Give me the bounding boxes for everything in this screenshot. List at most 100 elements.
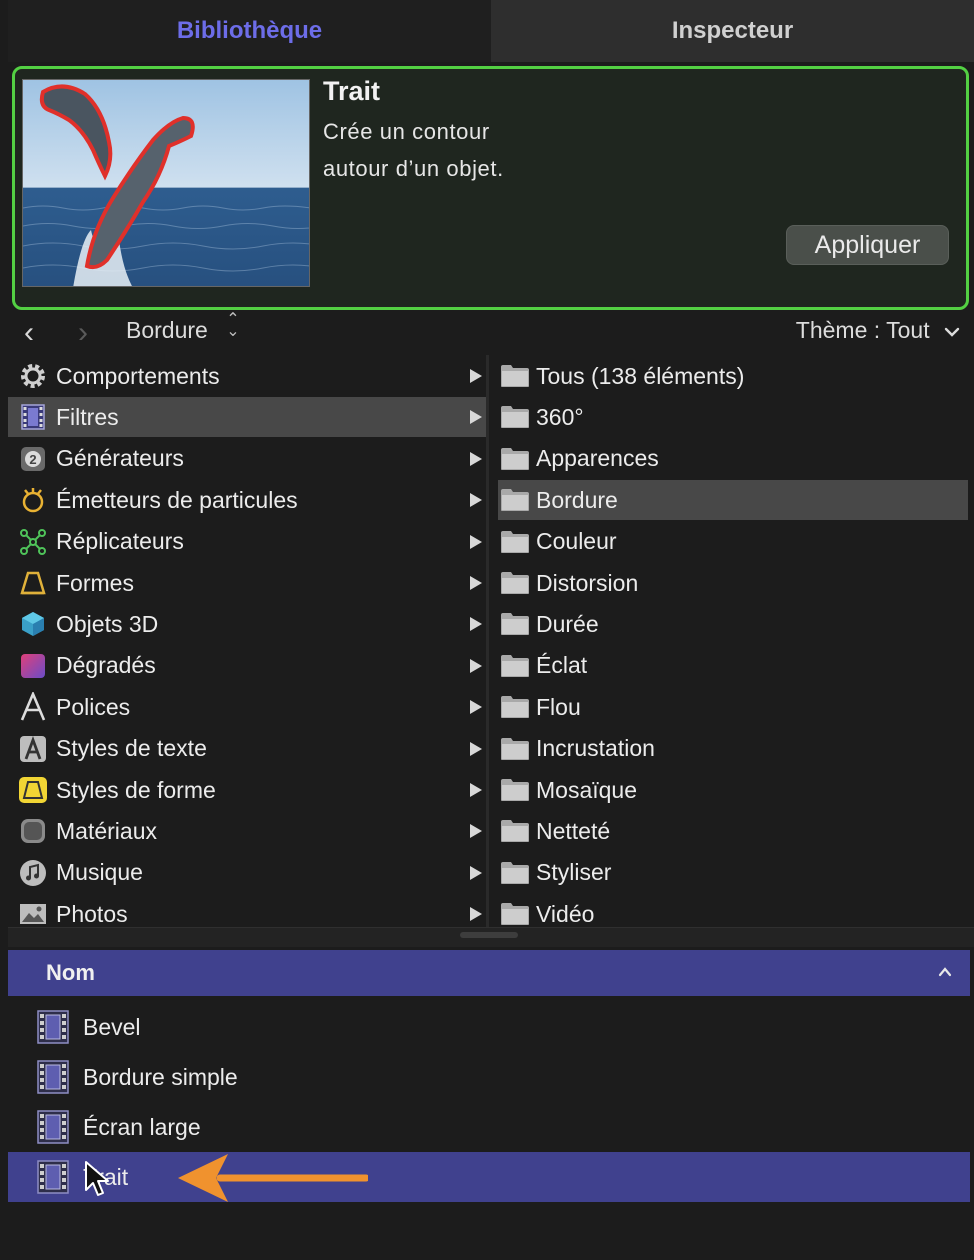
browser-columns: Comportements Filtres 2 Générateurs Émetteur… (8, 355, 974, 927)
folder-label: Incrustation (536, 735, 655, 762)
tab-inspector[interactable]: Inspecteur (491, 0, 974, 62)
category-label: Comportements (56, 362, 220, 389)
category-label: Polices (56, 693, 131, 720)
category-item[interactable]: Photos (8, 894, 486, 927)
folder-item[interactable]: 360° (498, 397, 968, 437)
disclosure-arrow-icon (470, 617, 482, 632)
filter-list: Bevel Bordure simple Écran large Trait (8, 998, 974, 1260)
theme-popup[interactable]: Thème : Tout (796, 317, 960, 344)
folder-label: Vidéo (536, 900, 595, 927)
list-item[interactable]: Bordure simple (8, 1052, 970, 1102)
shape-style-icon (16, 775, 50, 805)
category-item[interactable]: Dégradés (8, 646, 486, 686)
category-label: Styles de forme (56, 776, 216, 803)
gradient-icon (16, 651, 50, 681)
preview-thumbnail (22, 79, 310, 287)
category-item[interactable]: Comportements (8, 356, 486, 396)
category-item[interactable]: 2 Générateurs (8, 439, 486, 479)
folder-item[interactable]: Éclat (498, 646, 968, 686)
tab-library[interactable]: Bibliothèque (8, 0, 491, 62)
disclosure-arrow-icon (470, 741, 482, 756)
filter-icon (36, 1059, 70, 1095)
list-item[interactable]: Trait (8, 1152, 970, 1202)
disclosure-arrow-icon (470, 907, 482, 922)
sort-ascending-icon[interactable] (938, 965, 952, 979)
pane-splitter[interactable] (8, 927, 974, 947)
folder-label: Flou (536, 693, 581, 720)
category-label: Photos (56, 900, 128, 927)
category-item[interactable]: Polices (8, 687, 486, 727)
folder-icon (500, 405, 530, 429)
forward-button[interactable]: › (78, 318, 88, 348)
category-item[interactable]: Réplicateurs (8, 522, 486, 562)
column-divider[interactable] (486, 355, 489, 927)
browser-nav-bar: ‹ › Bordure ⌃ ⌄ Thème : Tout (8, 312, 974, 354)
apply-button[interactable]: Appliquer (786, 225, 949, 265)
folder-icon (500, 819, 530, 843)
photo-icon (16, 899, 50, 927)
column-header-name[interactable]: Nom (46, 960, 95, 986)
folder-icon (500, 902, 530, 926)
folder-item[interactable]: Tous (138 éléments) (498, 356, 968, 396)
breadcrumb[interactable]: Bordure (126, 317, 208, 344)
category-item[interactable]: Matériaux (8, 811, 486, 851)
cube-icon (16, 609, 50, 639)
music-icon (16, 858, 50, 888)
folder-column: Tous (138 éléments) 360° Apparences Bordure… (498, 355, 968, 927)
category-item[interactable]: Émetteurs de particules (8, 480, 486, 520)
folder-item[interactable]: Bordure (498, 480, 968, 521)
folder-label: Netteté (536, 817, 611, 844)
list-item[interactable]: Bevel (8, 1002, 970, 1052)
folder-icon (500, 447, 530, 471)
category-label: Matériaux (56, 817, 157, 844)
category-label: Générateurs (56, 445, 184, 472)
back-button[interactable]: ‹ (24, 318, 34, 348)
category-item[interactable]: Objets 3D (8, 604, 486, 644)
folder-item[interactable]: Styliser (498, 853, 968, 893)
category-item[interactable]: Styles de texte (8, 729, 486, 769)
emitter-icon (16, 485, 50, 515)
category-item[interactable]: Filtres (8, 397, 486, 438)
category-label: Musique (56, 859, 143, 886)
folder-item[interactable]: Couleur (498, 522, 968, 562)
disclosure-arrow-icon (470, 410, 482, 425)
folder-icon (500, 612, 530, 636)
list-item-label: Écran large (83, 1113, 201, 1140)
svg-text:2: 2 (29, 452, 36, 467)
folder-label: Apparences (536, 445, 659, 472)
list-header[interactable]: Nom (8, 950, 970, 996)
disclosure-arrow-icon (470, 700, 482, 715)
folder-item[interactable]: Netteté (498, 811, 968, 851)
list-item-label: Bevel (83, 1013, 141, 1040)
chevron-down-icon (944, 327, 960, 337)
category-label: Réplicateurs (56, 528, 184, 555)
disclosure-arrow-icon (470, 576, 482, 590)
folder-icon (500, 530, 530, 554)
theme-label: Thème : Tout (795, 317, 930, 343)
folder-item[interactable]: Distorsion (498, 563, 968, 603)
folder-item[interactable]: Mosaïque (498, 770, 968, 810)
folder-item[interactable]: Incrustation (498, 729, 968, 769)
disclosure-arrow-icon (470, 783, 482, 797)
folder-icon (500, 654, 530, 678)
category-item[interactable]: Musique (8, 853, 486, 893)
preview-title: Trait (323, 76, 381, 106)
category-column: Comportements Filtres 2 Générateurs Émetteur… (8, 355, 486, 927)
folder-item[interactable]: Durée (498, 604, 968, 644)
filter-icon (36, 1109, 70, 1145)
folder-label: Distorsion (536, 569, 639, 596)
folder-item[interactable]: Vidéo (498, 894, 968, 927)
disclosure-arrow-icon (470, 451, 482, 466)
folder-item[interactable]: Flou (498, 687, 968, 727)
category-item[interactable]: Formes (8, 563, 486, 603)
disclosure-arrow-icon (470, 824, 482, 839)
list-item[interactable]: Écran large (8, 1102, 970, 1152)
annotation-arrow (178, 1154, 368, 1202)
splitter-grip[interactable] (460, 932, 518, 938)
disclosure-arrow-icon (470, 493, 482, 508)
category-item[interactable]: Styles de forme (8, 770, 486, 810)
folder-label: Styliser (536, 859, 612, 886)
updown-chevron-icon[interactable]: ⌃ ⌄ (226, 312, 240, 340)
folder-icon (500, 571, 530, 595)
folder-item[interactable]: Apparences (498, 439, 968, 479)
